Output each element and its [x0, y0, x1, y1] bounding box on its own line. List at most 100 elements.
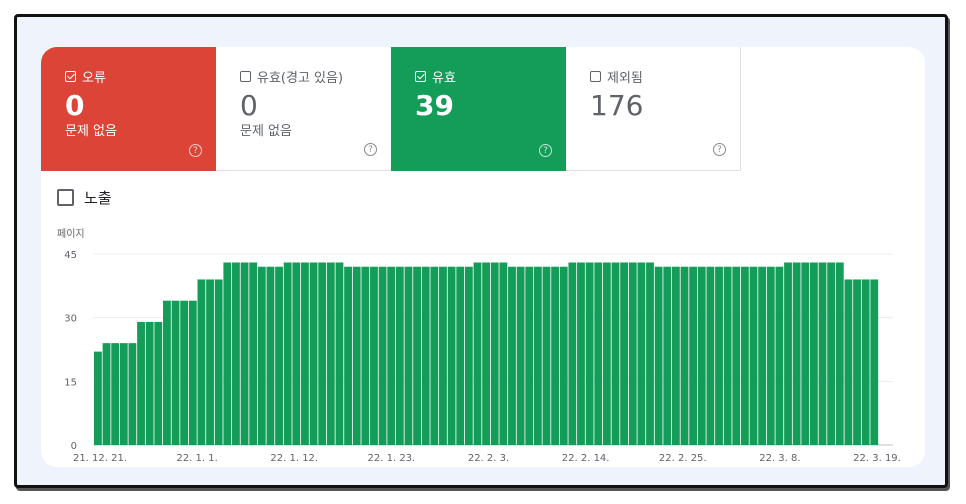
x-tick-label: 22. 2. 25.	[659, 453, 707, 463]
chart-bar	[542, 266, 551, 445]
chart-bar	[188, 300, 197, 445]
chart-bar	[249, 262, 258, 445]
chart-bar	[102, 343, 111, 445]
checkbox-unchecked-icon[interactable]	[57, 189, 74, 206]
tile-error-count: 0	[65, 89, 85, 122]
tile-error-status: 문제 없음	[65, 124, 117, 139]
chart-bar	[585, 262, 594, 445]
screenshot-frame: 오류 0 문제 없음 ? 유효(경고 있음) 0 문제 없음 ? 유효 39 ?…	[14, 14, 948, 488]
chart-bar	[257, 266, 266, 445]
chart-bar	[119, 343, 128, 445]
chart-bar	[361, 266, 370, 445]
chart-bar	[715, 266, 723, 445]
tile-error-header: 오류	[65, 67, 216, 86]
chart-bar	[240, 262, 249, 445]
chart-bar	[404, 266, 413, 445]
chart-bar	[206, 279, 214, 445]
chart-bar	[516, 266, 525, 445]
chart-bar	[697, 266, 706, 445]
x-tick-label: 22. 3. 19.	[853, 453, 901, 463]
chart-bar	[387, 266, 396, 445]
status-tiles: 오류 0 문제 없음 ? 유효(경고 있음) 0 문제 없음 ? 유효 39 ?…	[41, 47, 741, 171]
chart-bar	[559, 266, 568, 445]
chart-bar	[439, 266, 447, 445]
chart-bar	[309, 262, 318, 445]
help-icon[interactable]: ?	[189, 144, 202, 157]
tile-valid-with-warnings[interactable]: 유효(경고 있음) 0 문제 없음 ?	[216, 47, 391, 171]
help-icon[interactable]: ?	[364, 143, 377, 156]
chart-bar	[637, 262, 646, 445]
chart-bar	[137, 321, 145, 445]
checkbox-unchecked-icon[interactable]	[590, 70, 601, 82]
x-tick-label: 22. 3. 8.	[759, 453, 800, 463]
chart-bar	[413, 266, 422, 445]
chart-bar	[111, 343, 120, 445]
y-tick-label: 45	[64, 250, 77, 261]
chart-bar	[421, 266, 430, 445]
chart-bar	[861, 279, 870, 445]
tile-valid-header: 유효	[415, 67, 566, 86]
tile-valid-count: 39	[415, 89, 454, 122]
checkbox-unchecked-icon[interactable]	[240, 70, 251, 82]
chart-bar	[792, 262, 801, 445]
chart-bar	[689, 266, 698, 445]
chart-bar	[671, 266, 680, 445]
help-icon[interactable]: ?	[539, 144, 552, 157]
chart-bar	[706, 266, 715, 445]
chart-bar	[818, 262, 827, 445]
chart-bar	[292, 262, 301, 445]
chart-bar	[94, 351, 102, 445]
chart-bar	[654, 266, 663, 445]
tile-excluded-label: 제외됨	[607, 70, 643, 86]
tile-excluded-count: 176	[590, 89, 644, 122]
x-tick-label: 22. 2. 14.	[562, 453, 610, 463]
chart-bar	[723, 266, 732, 445]
y-tick-label: 0	[71, 441, 77, 452]
chart-bar	[482, 262, 491, 445]
chart-bar	[680, 266, 689, 445]
chart-bar	[646, 262, 654, 445]
chart-bar	[809, 262, 818, 445]
x-tick-label: 22. 1. 12.	[270, 453, 318, 463]
tile-excluded-header: 제외됨	[590, 67, 740, 86]
chart-bar	[499, 262, 508, 445]
chart-bar	[473, 262, 482, 445]
chart-bar	[508, 266, 516, 445]
chart-bar	[749, 266, 758, 445]
tile-warn-header: 유효(경고 있음)	[240, 67, 391, 86]
x-tick-label: 22. 2. 3.	[468, 453, 509, 463]
help-icon[interactable]: ?	[713, 143, 726, 156]
tile-error[interactable]: 오류 0 문제 없음 ?	[41, 47, 216, 171]
tile-valid-label: 유효	[432, 70, 456, 86]
chart-bar	[775, 266, 784, 445]
checkbox-checked-icon[interactable]	[415, 70, 426, 82]
chart-bar	[128, 343, 137, 445]
chart-bar	[758, 266, 767, 445]
chart-bar	[326, 262, 335, 445]
chart-bar	[732, 266, 741, 445]
tile-warn-count: 0	[240, 89, 258, 122]
tile-warn-status: 문제 없음	[240, 124, 292, 139]
impressions-label: 노출	[84, 189, 112, 207]
chart-bar	[827, 262, 836, 445]
chart-bar	[611, 262, 620, 445]
chart-bar	[447, 266, 456, 445]
chart-bar	[266, 266, 275, 445]
chart-bar	[378, 266, 387, 445]
tile-excluded[interactable]: 제외됨 176 ?	[566, 47, 741, 171]
chart-bar	[784, 262, 792, 445]
y-tick-label: 15	[64, 377, 77, 388]
chart-bar	[344, 266, 352, 445]
pages-bar-chart: 페이지 0 15 30 45 21. 12. 21. 22. 1. 1. 22. 1. 12.…	[57, 228, 901, 463]
tile-valid[interactable]: 유효 39 ?	[391, 47, 566, 171]
chart-bar	[594, 262, 603, 445]
checkbox-checked-icon[interactable]	[65, 70, 76, 82]
chart-bar	[766, 266, 775, 445]
x-tick-label: 22. 1. 1.	[176, 453, 217, 463]
y-axis-label: 페이지	[57, 228, 85, 240]
chart-bar	[801, 262, 810, 445]
chart-bar	[663, 266, 672, 445]
chart-bar	[870, 279, 879, 445]
tile-error-label: 오류	[82, 70, 106, 86]
impressions-toggle[interactable]: 노출	[57, 187, 112, 208]
